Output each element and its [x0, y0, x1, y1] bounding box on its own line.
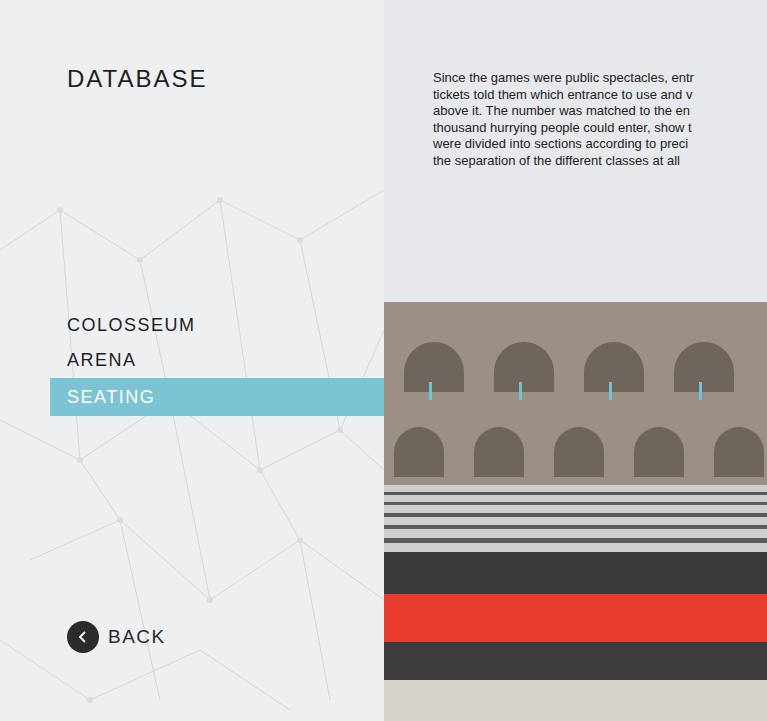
menu-item[interactable]: COLOSSEUM [50, 308, 384, 343]
article-line: tickets told them which entrance to use … [433, 87, 767, 104]
network-pattern-icon [0, 0, 384, 721]
menu: COLOSSEUMARENASEATING [0, 308, 384, 416]
sidebar: DATABASE COLOSSEUMARENASEATING BACK [0, 0, 384, 721]
article-line: above it. The number was matched to the … [433, 103, 767, 120]
article-line: were divided into sections according to … [433, 136, 767, 153]
menu-item[interactable]: SEATING [50, 378, 384, 416]
seating-image [384, 302, 767, 721]
menu-item[interactable]: ARENA [50, 343, 384, 378]
page-title: DATABASE [67, 64, 384, 94]
back-button[interactable]: BACK [67, 621, 384, 653]
article-text: Since the games were public spectacles, … [384, 0, 767, 302]
content-panel: Since the games were public spectacles, … [384, 0, 767, 721]
article-line: thousand hurrying people could enter, sh… [433, 120, 767, 137]
article-line: Since the games were public spectacles, … [433, 70, 767, 87]
back-arrow-icon [67, 621, 99, 653]
article-line: the separation of the different classes … [433, 153, 767, 170]
